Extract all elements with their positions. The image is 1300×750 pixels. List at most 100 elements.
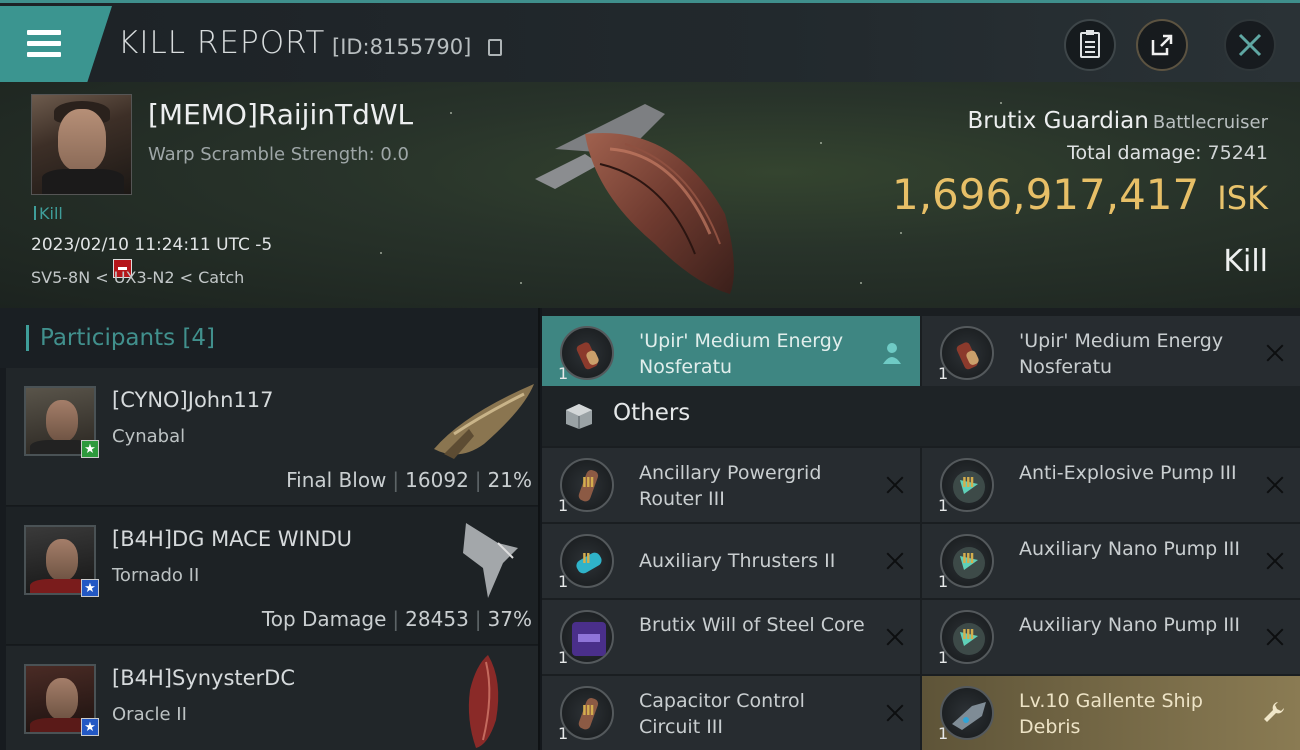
- item-slot[interactable]: III 1 Ancillary Powergrid Router III: [542, 448, 920, 522]
- ship-name[interactable]: Brutix Guardian: [968, 108, 1149, 134]
- copy-id-icon[interactable]: [488, 39, 502, 56]
- item-name: Capacitor Control Circuit III: [639, 690, 805, 738]
- isk-value: 1,696,917,417 ISK: [892, 170, 1268, 219]
- participant-ship-image: [434, 384, 534, 459]
- item-name: Brutix Will of Steel Core: [639, 614, 865, 636]
- item-slot[interactable]: 1 Brutix Will of Steel Core: [542, 600, 920, 674]
- items-panel: 1 'Upir' Medium Energy Nosferatu 1 'Upir…: [542, 308, 1300, 750]
- kill-result: Kill: [1223, 244, 1268, 279]
- item-qty: 1: [938, 364, 949, 383]
- kill-route: SV5-8N < UX3-N2 < Catch: [31, 268, 245, 287]
- participant-name: [B4H]DG MACE WINDU: [112, 527, 352, 551]
- victim-ship-image: [535, 104, 734, 294]
- item-qty: 1: [938, 572, 949, 591]
- destroyed-icon: [1264, 474, 1286, 496]
- participant-percent: 21%: [487, 468, 532, 492]
- participant-row[interactable]: ★ [B4H]DG MACE WINDU Tornado II Top Dama…: [6, 507, 538, 645]
- wrench-icon: [1264, 702, 1284, 722]
- blue-star-icon: ★: [81, 718, 99, 736]
- item-qty: 1: [558, 496, 569, 515]
- isk-amount: 1,696,917,417: [891, 170, 1200, 219]
- participant-ship: Oracle II: [112, 704, 187, 725]
- item-slot[interactable]: III 1 Capacitor Control Circuit III: [542, 676, 920, 750]
- ship-class: Battlecruiser: [1152, 112, 1268, 133]
- tech-mark: III: [962, 628, 974, 643]
- participant-ship: Tornado II: [112, 565, 200, 586]
- item-name: Anti-Explosive Pump III: [1019, 462, 1237, 484]
- item-name: Auxiliary Nano Pump III: [1019, 538, 1241, 560]
- item-qty: 1: [558, 648, 569, 667]
- destroyed-icon: [884, 702, 906, 724]
- participants-label: Participants: [40, 325, 176, 351]
- participants-panel: Participants [4] ★ [CYNO]John117 Cynabal…: [0, 308, 540, 750]
- destroyed-icon: [1264, 626, 1286, 648]
- item-qty: 1: [558, 364, 569, 383]
- item-name: Ancillary Powergrid Router III: [639, 462, 822, 510]
- victim-panel: [MEMO]RaijinTdWL Warp Scramble Strength:…: [0, 82, 1300, 308]
- item-name: Auxiliary Nano Pump III: [1019, 614, 1241, 636]
- item-qty: 1: [938, 496, 949, 515]
- participant-row[interactable]: ★ [CYNO]John117 Cynabal Final Blow | 16092…: [6, 368, 538, 506]
- item-slot[interactable]: II 1 Auxiliary Thrusters II: [542, 524, 920, 598]
- warp-scramble: Warp Scramble Strength: 0.0: [148, 144, 410, 165]
- item-qty: 1: [558, 572, 569, 591]
- participant-damage: 28453: [405, 607, 469, 631]
- others-section-header: Others: [542, 386, 1300, 446]
- participant-damage: 16092: [405, 468, 469, 492]
- item-qty: 1: [938, 648, 949, 667]
- kill-id: [ID:8155790]: [332, 35, 472, 59]
- isk-unit: ISK: [1217, 179, 1268, 217]
- tech-mark: III: [582, 476, 594, 491]
- page-title: KILL REPORT: [118, 25, 326, 61]
- participant-row[interactable]: ★ [B4H]SynysterDC Oracle II: [6, 646, 538, 750]
- top-bar: KILL REPORT [ID:8155790]: [0, 0, 1300, 82]
- participant-name: [B4H]SynysterDC: [112, 666, 296, 690]
- tech-mark: III: [962, 476, 974, 491]
- item-name: 'Upir' Medium Energy Nosferatu: [1019, 330, 1224, 378]
- close-icon: [1238, 33, 1262, 57]
- item-slot[interactable]: III 1 Anti-Explosive Pump III: [922, 448, 1300, 522]
- green-star-icon: ★: [81, 440, 99, 458]
- kill-datetime: 2023/02/10 11:24:11 UTC -5: [31, 235, 273, 255]
- tech-mark: II: [582, 552, 591, 567]
- tech-mark: III: [962, 552, 974, 567]
- participant-role: Top Damage: [261, 607, 387, 631]
- item-qty: 1: [558, 724, 569, 743]
- others-label: Others: [613, 400, 691, 426]
- participant-percent: 37%: [487, 607, 532, 631]
- menu-button[interactable]: [0, 6, 112, 82]
- clipboard-icon: [1080, 30, 1100, 58]
- destroyed-icon: [1264, 342, 1286, 364]
- participant-ship: Cynabal: [112, 426, 186, 447]
- item-slot[interactable]: 1 'Upir' Medium Energy Nosferatu: [922, 316, 1300, 390]
- victim-name[interactable]: [MEMO]RaijinTdWL: [148, 98, 413, 131]
- destroyed-icon: [884, 626, 906, 648]
- destroyed-icon: [884, 550, 906, 572]
- menu-icon: [27, 30, 61, 63]
- destroyed-icon: [1264, 550, 1286, 572]
- participant-stats: Final Blow | 16092 | 21%: [286, 468, 532, 492]
- total-damage-value: 75241: [1207, 142, 1268, 164]
- participant-role: Final Blow: [286, 468, 387, 492]
- clipboard-button[interactable]: [1064, 19, 1116, 71]
- cube-icon: [566, 404, 592, 429]
- destroyed-icon: [884, 474, 906, 496]
- item-slot[interactable]: 1 Lv.10 Gallente Ship Debris: [922, 676, 1300, 750]
- item-slot[interactable]: 1 'Upir' Medium Energy Nosferatu: [542, 316, 920, 390]
- item-slot[interactable]: III 1 Auxiliary Nano Pump III: [922, 524, 1300, 598]
- share-icon: [1151, 34, 1173, 56]
- participant-name: [CYNO]John117: [112, 388, 274, 412]
- participant-ship-image: [468, 655, 499, 748]
- blue-star-icon: ★: [81, 579, 99, 597]
- total-damage: Total damage: 75241: [1067, 142, 1268, 164]
- total-damage-label: Total damage:: [1067, 142, 1202, 164]
- user-icon: [883, 343, 901, 364]
- item-qty: 1: [938, 724, 949, 743]
- victim-avatar[interactable]: [31, 94, 132, 195]
- tech-mark: III: [582, 704, 594, 719]
- participant-stats: Top Damage | 28453 | 37%: [261, 607, 532, 631]
- item-name: 'Upir' Medium Energy Nosferatu: [639, 330, 844, 378]
- close-button[interactable]: [1224, 19, 1276, 71]
- item-slot[interactable]: III 1 Auxiliary Nano Pump III: [922, 600, 1300, 674]
- share-button[interactable]: [1136, 19, 1188, 71]
